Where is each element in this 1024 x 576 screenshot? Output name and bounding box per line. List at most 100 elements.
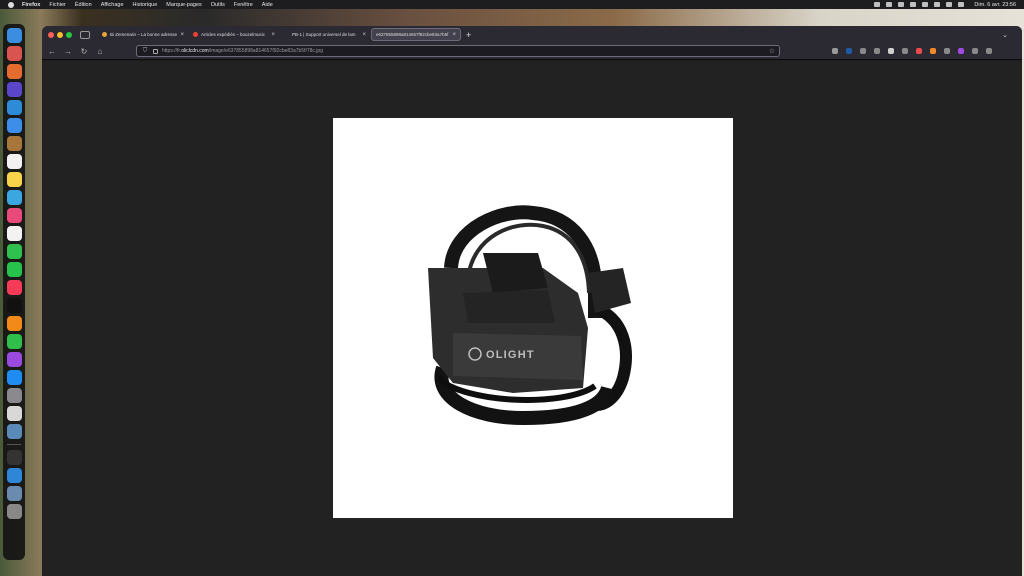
tab-close-icon[interactable]: × bbox=[271, 32, 275, 38]
search-icon[interactable] bbox=[946, 2, 953, 7]
menu-bookmarks[interactable]: Marque-pages bbox=[166, 2, 201, 8]
mail-icon[interactable] bbox=[6, 118, 22, 133]
sidebar-icon[interactable] bbox=[874, 48, 880, 54]
menu-file[interactable]: Fichier bbox=[49, 2, 66, 8]
product-image[interactable]: OLIGHT bbox=[333, 118, 733, 518]
app-store-icon[interactable] bbox=[6, 370, 22, 385]
reload-icon[interactable]: ↻ bbox=[80, 47, 88, 56]
extension-icon-5[interactable] bbox=[930, 48, 936, 54]
apple-icon[interactable] bbox=[8, 1, 14, 8]
calendar-icon[interactable] bbox=[6, 154, 22, 169]
extension-icon-1[interactable] bbox=[846, 48, 852, 54]
whatsapp-icon[interactable] bbox=[6, 262, 22, 277]
status-area: Dim. 6 avr. 23:56 bbox=[874, 2, 1016, 8]
address-bar[interactable]: ⛉ https://fr.oliclcdn.com/image/e6378558… bbox=[136, 45, 780, 57]
firefox-icon[interactable] bbox=[6, 64, 22, 79]
tab-title: Bi Zemenwin – La bonne adresse bbox=[110, 32, 178, 37]
page-content: OLIGHT bbox=[42, 61, 1022, 576]
minimize-window-button[interactable] bbox=[57, 31, 63, 38]
maps-icon[interactable] bbox=[6, 190, 22, 205]
dock bbox=[3, 24, 25, 560]
tab-favicon-icon bbox=[284, 32, 289, 37]
home-icon[interactable]: ⌂ bbox=[96, 47, 104, 56]
menu-view[interactable]: Affichage bbox=[101, 2, 124, 8]
close-window-button[interactable] bbox=[48, 31, 54, 38]
lock-icon[interactable] bbox=[153, 48, 158, 54]
extensions-toolbar bbox=[832, 48, 992, 54]
status-icon-1[interactable] bbox=[874, 2, 881, 7]
app-icon-23[interactable] bbox=[6, 424, 22, 439]
facetime-icon[interactable] bbox=[6, 244, 22, 259]
pocket-icon[interactable] bbox=[832, 48, 838, 54]
menu-window[interactable]: Fenêtre bbox=[234, 2, 253, 8]
window-controls bbox=[48, 31, 72, 38]
extension-icon-7[interactable] bbox=[958, 48, 964, 54]
terminal-icon[interactable] bbox=[6, 450, 22, 465]
url-text[interactable]: https://fr.oliclcdn.com/image/e637855898… bbox=[162, 48, 765, 54]
app-icon-26[interactable] bbox=[6, 468, 22, 483]
tab-overview-icon[interactable] bbox=[80, 30, 90, 39]
library-icon[interactable] bbox=[860, 48, 866, 54]
trash-icon[interactable] bbox=[6, 504, 22, 519]
dock-separator bbox=[7, 444, 21, 445]
control-center-icon[interactable] bbox=[958, 2, 965, 7]
extension-icon-6[interactable] bbox=[944, 48, 950, 54]
forward-arrow-icon[interactable]: → bbox=[64, 47, 72, 56]
settings-icon[interactable] bbox=[6, 388, 22, 403]
tab-close-icon[interactable]: × bbox=[452, 32, 456, 38]
photos-icon[interactable] bbox=[6, 208, 22, 223]
extension-icon-3[interactable] bbox=[902, 48, 908, 54]
app-icon-27[interactable] bbox=[6, 486, 22, 501]
launchpad-icon[interactable] bbox=[6, 46, 22, 61]
app-icon-4[interactable] bbox=[6, 82, 22, 97]
new-tab-button[interactable]: + bbox=[466, 30, 471, 40]
bike-mount-photo: OLIGHT bbox=[428, 205, 632, 426]
safari-icon[interactable] bbox=[6, 100, 22, 115]
app-icon-7[interactable] bbox=[6, 136, 22, 151]
music-icon[interactable] bbox=[6, 280, 22, 295]
extension-icon-2[interactable] bbox=[888, 48, 894, 54]
tab-2[interactable]: Articles expédiés – bouzelmusic × bbox=[189, 28, 279, 41]
notes-icon[interactable] bbox=[6, 172, 22, 187]
macos-menu-bar: Firefox Fichier Édition Affichage Histor… bbox=[0, 0, 1024, 9]
tab-title: e637855898a814657f92cbe83a7b5f bbox=[376, 32, 449, 37]
wifi-icon[interactable] bbox=[922, 2, 929, 7]
tab-favicon-icon bbox=[102, 32, 107, 37]
menubar-clock[interactable]: Dim. 6 avr. 23:56 bbox=[974, 2, 1016, 8]
menu-hamburger-icon[interactable] bbox=[986, 48, 992, 54]
menu-history[interactable]: Historique bbox=[133, 2, 158, 8]
olight-logo-text: OLIGHT bbox=[486, 349, 535, 361]
bluetooth-icon[interactable] bbox=[910, 2, 917, 7]
messages-icon[interactable] bbox=[6, 334, 22, 349]
tab-bar: Bi Zemenwin – La bonne adresse × Article… bbox=[42, 26, 1022, 43]
bookmark-star-icon[interactable]: ☆ bbox=[769, 47, 775, 55]
shield-icon[interactable]: ⛉ bbox=[141, 48, 149, 55]
podcasts-icon[interactable] bbox=[6, 352, 22, 367]
preview-icon[interactable] bbox=[6, 406, 22, 421]
status-icon-3[interactable] bbox=[898, 2, 905, 7]
tab-close-icon[interactable]: × bbox=[362, 32, 366, 38]
navigation-toolbar: ← → ↻ ⌂ ⛉ https://fr.oliclcdn.com/image/… bbox=[42, 43, 1022, 60]
tab-title: PB-1 | Support universel de lam bbox=[292, 32, 356, 37]
status-icon-2[interactable] bbox=[886, 2, 893, 7]
battery-icon[interactable] bbox=[934, 2, 941, 7]
list-all-tabs-chevron-icon[interactable]: ⌄ bbox=[1002, 31, 1008, 39]
menu-edit[interactable]: Édition bbox=[75, 2, 92, 8]
menu-app-name[interactable]: Firefox bbox=[22, 2, 40, 8]
books-icon[interactable] bbox=[6, 316, 22, 331]
tab-4-active[interactable]: e637855898a814657f92cbe83a7b5f × bbox=[371, 28, 461, 41]
menu-help[interactable]: Aide bbox=[262, 2, 273, 8]
tab-3[interactable]: PB-1 | Support universel de lam × bbox=[280, 28, 370, 41]
back-arrow-icon[interactable]: ← bbox=[48, 47, 56, 56]
firefox-window: Bi Zemenwin – La bonne adresse × Article… bbox=[42, 26, 1022, 576]
extensions-puzzle-icon[interactable] bbox=[972, 48, 978, 54]
reminders-icon[interactable] bbox=[6, 226, 22, 241]
tab-1[interactable]: Bi Zemenwin – La bonne adresse × bbox=[98, 28, 188, 41]
gmail-favicon-icon bbox=[193, 32, 198, 37]
extension-icon-4[interactable] bbox=[916, 48, 922, 54]
tab-close-icon[interactable]: × bbox=[180, 32, 184, 38]
maximize-window-button[interactable] bbox=[66, 31, 72, 38]
finder-icon[interactable] bbox=[6, 28, 22, 43]
menu-tools[interactable]: Outils bbox=[211, 2, 225, 8]
tv-icon[interactable] bbox=[6, 298, 22, 313]
